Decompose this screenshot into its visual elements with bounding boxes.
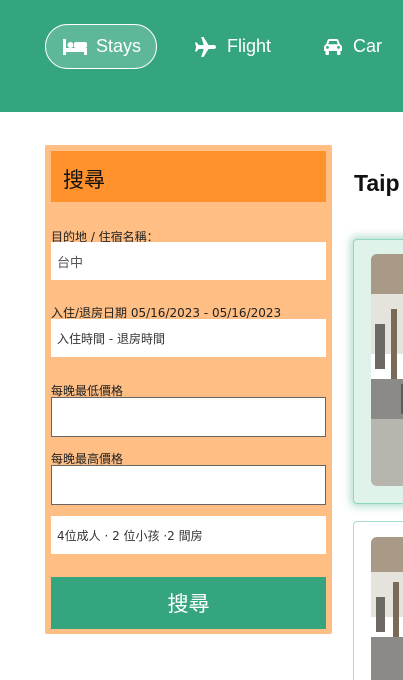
search-panel-title: 搜尋	[51, 151, 326, 202]
hotel-photo	[371, 254, 403, 486]
nav-tab-car-label: Car	[353, 36, 383, 56]
nav-tab-flight[interactable]: Flight	[195, 24, 271, 69]
search-panel: 搜尋 目的地 / 住宿名稱： 台中 入住/退房日期 05/16/2023 - 0…	[45, 145, 332, 634]
search-button[interactable]: 搜尋	[51, 577, 326, 629]
results-heading: Taip	[354, 170, 400, 196]
airplane-icon	[195, 36, 216, 57]
guests-rooms-selector[interactable]: 4位成人 · 2 位小孩 ·2 間房	[51, 516, 326, 554]
max-price-input[interactable]	[51, 465, 326, 505]
date-range-picker[interactable]: 入住時間 - 退房時間	[51, 319, 326, 357]
bed-icon	[63, 38, 87, 55]
nav-tab-car[interactable]: Car	[324, 24, 382, 69]
car-icon	[324, 38, 342, 55]
nav-tab-stays[interactable]: Stays	[45, 24, 157, 69]
hotel-card[interactable]	[353, 521, 403, 680]
min-price-input[interactable]	[51, 397, 326, 437]
hotel-card[interactable]	[353, 239, 403, 504]
hotel-photo	[371, 537, 403, 680]
nav-tab-flight-label: Flight	[227, 36, 272, 56]
nav-tab-stays-label: Stays	[96, 36, 142, 56]
top-nav-bar: Stays Flight Car	[0, 0, 403, 112]
destination-input[interactable]: 台中	[51, 242, 326, 280]
